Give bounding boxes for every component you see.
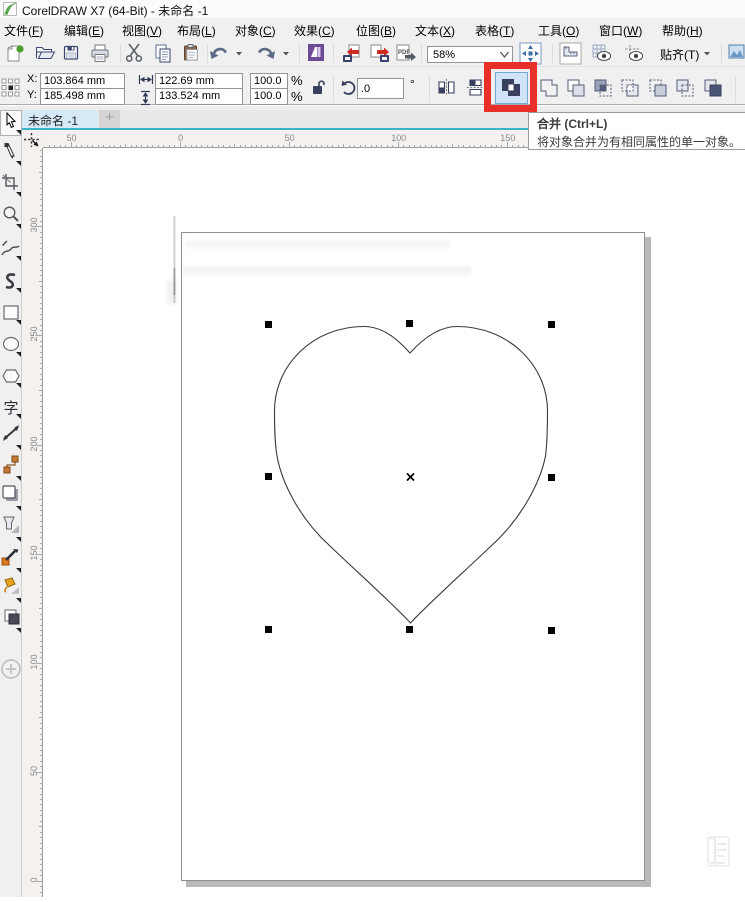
svg-text:字: 字 xyxy=(3,400,18,417)
